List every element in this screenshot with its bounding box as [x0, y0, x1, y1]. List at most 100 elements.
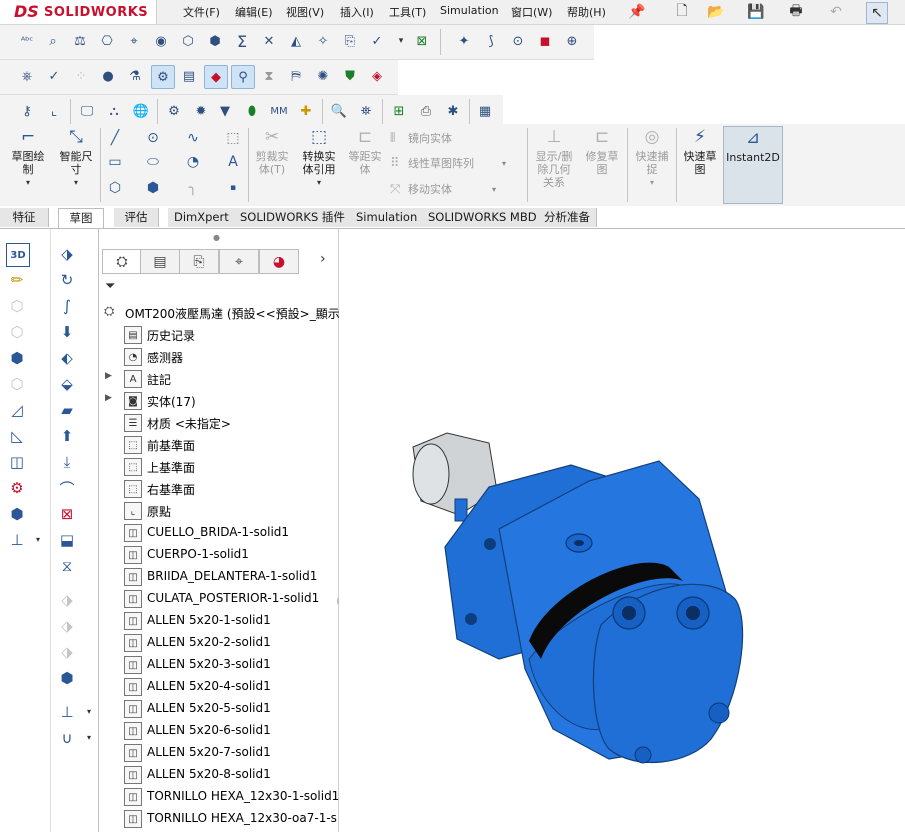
menu-simulation[interactable]: Simulation — [440, 4, 499, 17]
menu-view[interactable]: 视图(V) — [286, 4, 324, 20]
menu-file[interactable]: 文件(F) — [183, 4, 220, 20]
boundary-icon[interactable]: ⬙ — [56, 373, 78, 395]
motion-gear-icon[interactable]: ⚙ — [151, 65, 175, 89]
cube-view-icon[interactable]: ◆ — [204, 65, 228, 89]
instant2d-button[interactable]: ⊿ Instant2D — [723, 126, 783, 204]
tab-features[interactable]: 特征 — [0, 208, 49, 227]
deviation-icon[interactable]: ✕ — [258, 30, 280, 52]
pin-icon[interactable]: 📌 — [627, 2, 647, 22]
coordinate-icon[interactable]: ⌞ — [43, 100, 65, 122]
panel-grip-icon[interactable]: ● — [213, 233, 220, 242]
binoculars-icon[interactable]: ⛯ — [355, 100, 377, 122]
key-icon[interactable]: ⚷ — [16, 100, 38, 122]
open-folder-icon[interactable]: 📂 — [706, 2, 726, 22]
sketch-button[interactable]: ⌐ 草图绘 制 ▾ — [4, 126, 52, 189]
tab-dimxpert-manager[interactable]: ⌖ — [219, 249, 259, 274]
section-properties-icon[interactable]: ⎔ — [96, 30, 118, 52]
solid-cube-icon[interactable]: ⬢ — [56, 667, 78, 689]
tree-item[interactable]: ◫ TORNILLO HEXA_12x30-1-solid1 — [99, 787, 339, 807]
mold-icon[interactable]: ⧖ — [56, 555, 78, 577]
disabled-feature-icon[interactable]: ⬗ — [56, 641, 78, 663]
tab-analysis-prep[interactable]: 分析准备 — [538, 208, 597, 227]
line-icon[interactable]: ╱ — [104, 128, 126, 148]
toolbox-icon[interactable]: ⛿ — [285, 65, 307, 87]
menu-insert[interactable]: 插入(I) — [340, 4, 374, 20]
arc-icon[interactable]: ◔ — [182, 152, 204, 172]
gear-train-icon[interactable]: ✺ — [312, 65, 334, 87]
tree-item[interactable]: ◫ CULATA_POSTERIOR-1-solid1 — [99, 589, 338, 609]
menu-tools[interactable]: 工具(T) — [389, 4, 426, 20]
tab-configuration-manager[interactable]: ⎘ — [179, 249, 219, 274]
surface-icon[interactable]: ▰ — [56, 399, 78, 421]
move-entities-button[interactable]: ⤧ 移动实体 ▾ — [390, 181, 496, 197]
measure-icon[interactable]: ⌕ — [42, 30, 64, 52]
extrude-icon[interactable]: ⬗ — [56, 243, 78, 265]
printer-icon[interactable]: ⎙ — [415, 100, 437, 122]
tree-item[interactable]: ◔ 感测器 — [99, 347, 338, 367]
filter-icon[interactable]: ⏷ — [105, 279, 115, 294]
trim-entities-button[interactable]: ✂ 剪裁实 体(T) — [251, 126, 293, 176]
tree-item[interactable]: ▶ A 註記 — [99, 369, 338, 389]
globe-icon[interactable]: ⊕ — [561, 30, 583, 52]
tree-root-part[interactable]: ⛭ OMT200液壓馬達 (預設<<預設>_顯示 — [99, 303, 340, 323]
tree-item[interactable]: ☰ 材质 <未指定> — [99, 413, 338, 433]
office-icon[interactable]: ◼ — [534, 30, 556, 52]
tree-item[interactable]: ⬚ 右基準面 — [99, 479, 338, 499]
tree-item[interactable]: ◫ CUERPO-1-solid1 — [99, 545, 338, 565]
draft-analysis-icon[interactable]: ◭ — [285, 30, 307, 52]
spring-icon[interactable]: ⧗ — [258, 65, 280, 87]
cut-down-icon[interactable]: ⤓ — [56, 451, 78, 473]
mass-properties-icon[interactable]: ⚖ — [69, 30, 91, 52]
tree-item[interactable]: ◫ ALLEN 5x20-8-solid1 — [99, 765, 338, 785]
tab-sketch[interactable]: 草图 — [58, 208, 104, 228]
disabled-feature-icon[interactable]: ⬗ — [56, 589, 78, 611]
reference-axis-icon[interactable]: ⊥ — [56, 701, 78, 723]
save-icon[interactable]: 💾 — [746, 2, 766, 22]
hopper-icon[interactable]: ▼ — [214, 100, 236, 122]
swept-cut-icon[interactable]: ⌒ — [56, 477, 78, 499]
tree-item[interactable]: ◫ ALLEN 5x20-1-solid1 — [99, 611, 338, 631]
mm-units-icon[interactable]: MM — [268, 100, 290, 122]
tab-evaluate[interactable]: 评估 — [114, 208, 159, 227]
tab-display-manager[interactable]: ◕ — [259, 249, 299, 274]
new-document-icon[interactable]: 🗋 — [672, 2, 692, 22]
select-cursor-icon[interactable]: ↖ — [866, 2, 888, 24]
sum-equations-icon[interactable]: Σ — [231, 30, 253, 52]
circle-icon[interactable]: ⊙ — [142, 128, 164, 148]
3d-sketch-icon[interactable]: 3D — [6, 243, 30, 267]
render-sphere-icon[interactable]: ● — [97, 65, 119, 87]
quick-snaps-button[interactable]: ◎ 快速捕 捉 ▾ — [630, 126, 674, 189]
excel-export-icon[interactable]: ⊠ — [411, 30, 433, 52]
geometry-analysis-icon[interactable]: ⬢ — [204, 30, 226, 52]
disabled-feature-icon[interactable]: ⬡ — [6, 373, 28, 395]
tree-item[interactable]: ◫ TORNILLO HEXA_12x30-oa7-1-s — [99, 809, 338, 829]
knit-icon[interactable]: ⬓ — [56, 529, 78, 551]
tab-property-manager[interactable]: ▤ — [140, 249, 180, 274]
print-icon[interactable]: 🖶 — [786, 2, 806, 22]
tree-item[interactable]: ▶ ◙ 实体(17) — [99, 391, 338, 411]
table-icon[interactable]: ▤ — [178, 65, 200, 87]
loft-icon[interactable]: ⬖ — [56, 347, 78, 369]
up-arrow-icon[interactable]: ⬆ — [56, 425, 78, 447]
spell-check-icon[interactable]: ᴬᵇᶜ — [16, 30, 38, 52]
tab-feature-tree[interactable]: ⛭ — [102, 249, 142, 274]
graphics-viewport[interactable] — [339, 229, 905, 832]
expand-arrow-icon[interactable]: ▶ — [105, 371, 112, 381]
sketch-picture-icon[interactable]: ✏ — [6, 269, 28, 291]
excel-icon[interactable]: ⊞ — [388, 100, 410, 122]
convert-entities-button[interactable]: ⬚ 转换实 体引用 ▾ — [296, 126, 342, 189]
undo-icon[interactable]: ↶ — [826, 2, 846, 22]
tree-item[interactable]: ◫ ALLEN 5x20-5-solid1 — [99, 699, 338, 719]
tree-item[interactable]: ◫ ALLEN 5x20-3-solid1 — [99, 655, 338, 675]
reference-axis-icon[interactable]: ⊥ — [6, 529, 28, 551]
undercut-icon[interactable]: ✧ — [312, 30, 334, 52]
offset-entities-button[interactable]: ⊏ 等距实 体 — [343, 126, 387, 176]
slot-icon[interactable]: ⬭ — [142, 152, 164, 172]
dropdown-arrow-icon[interactable]: ▾ — [87, 733, 91, 742]
tree-item[interactable]: ▤ 历史记录 — [99, 325, 338, 345]
solidworks-logo[interactable]: DS SOLIDWORKS — [0, 0, 157, 24]
thickness-icon[interactable]: ✓ — [366, 30, 388, 52]
disabled-feature-icon[interactable]: ⬡ — [6, 321, 28, 343]
fillet-icon[interactable]: ╮ — [182, 178, 204, 198]
tree-item[interactable]: ◫ ALLEN 5x20-4-solid1 — [99, 677, 338, 697]
